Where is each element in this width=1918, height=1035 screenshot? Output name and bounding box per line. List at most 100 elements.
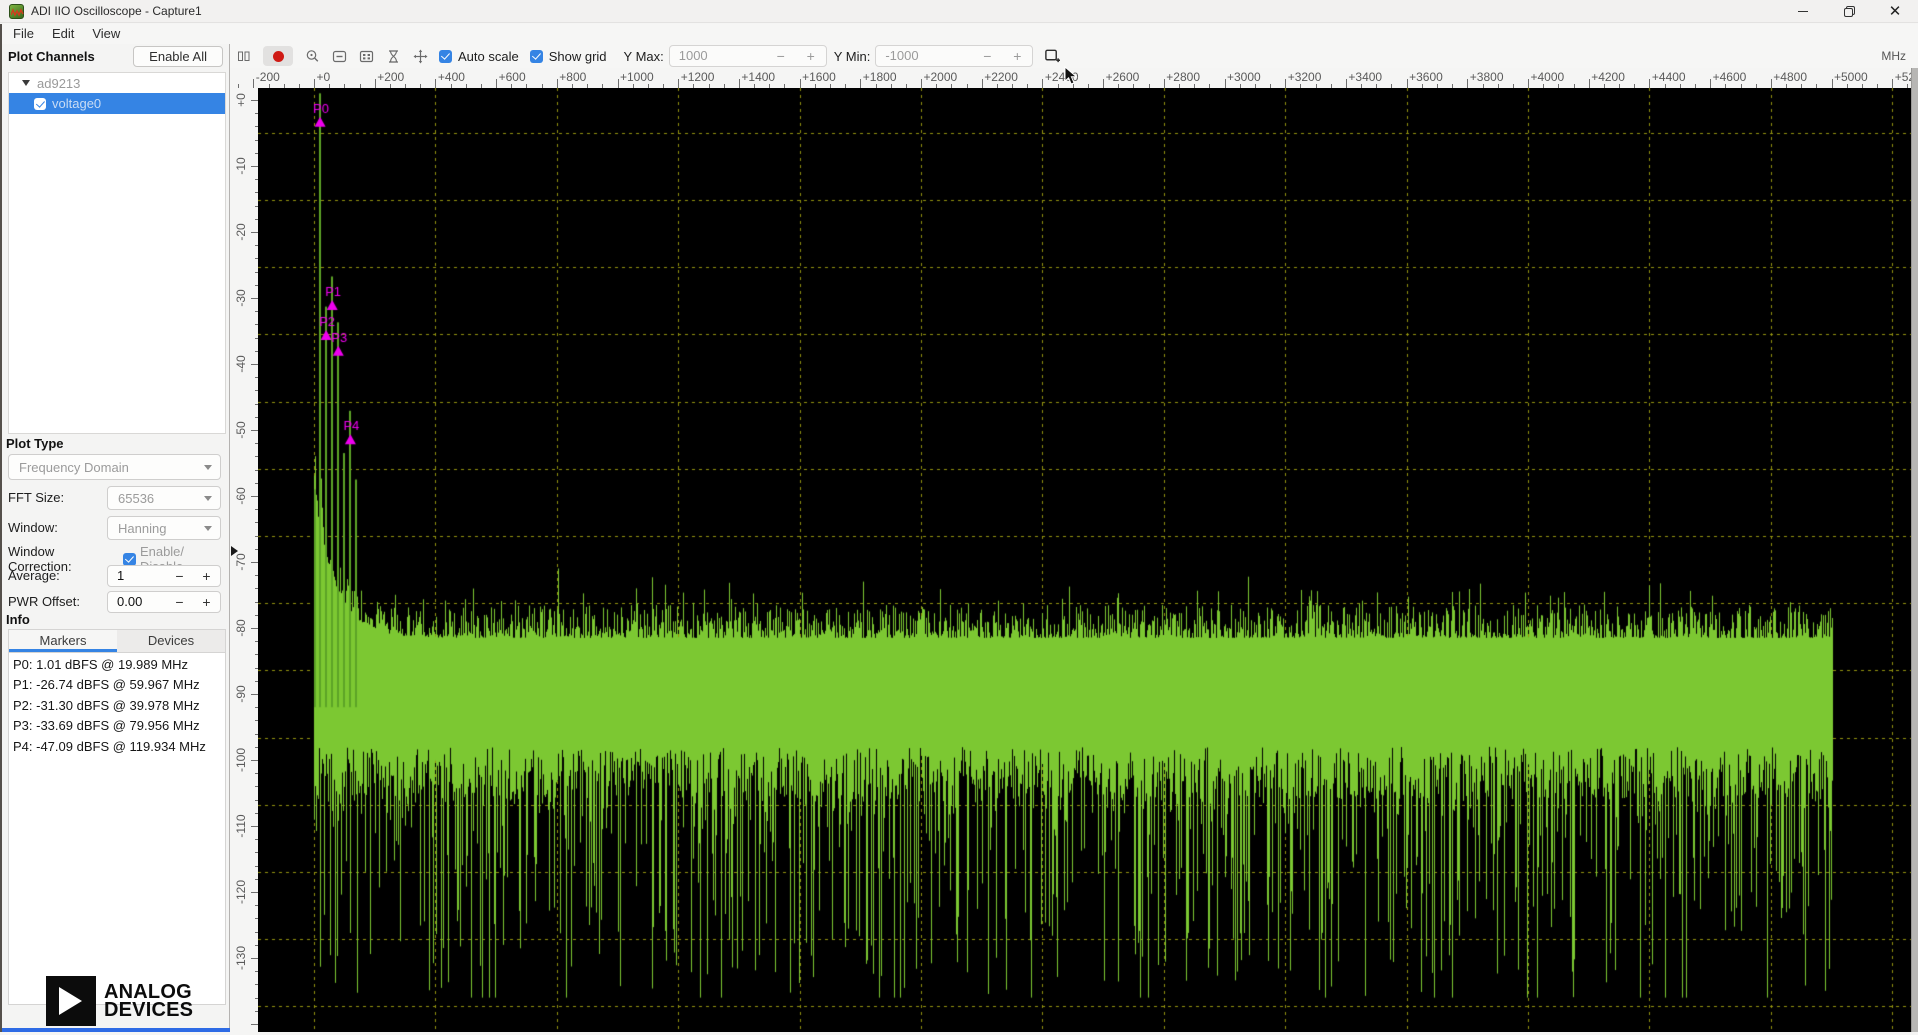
y-tick	[255, 404, 259, 405]
average-increment-button[interactable]: +	[193, 566, 220, 586]
expander-icon[interactable]	[22, 80, 30, 86]
tab-devices[interactable]: Devices	[117, 630, 225, 652]
zoom-in-icon[interactable]	[304, 48, 320, 64]
x-tick	[1088, 84, 1089, 88]
y-tick	[255, 1011, 259, 1012]
auto-refresh-icon[interactable]	[385, 48, 401, 64]
x-tick	[1816, 84, 1817, 88]
y-min-increment-button[interactable]: +	[1002, 46, 1032, 66]
x-tick	[1513, 84, 1514, 88]
average-label: Average:	[8, 568, 60, 583]
x-tick-label: +1000	[620, 70, 654, 84]
tab-markers[interactable]: Markers	[9, 630, 117, 652]
zoom-fit-icon[interactable]	[358, 48, 374, 64]
window-select[interactable]: Hanning	[107, 516, 221, 540]
capture-list-icon[interactable]	[236, 48, 252, 64]
x-tick	[754, 84, 755, 88]
y-tick	[255, 140, 259, 141]
minimize-button[interactable]	[1780, 0, 1826, 23]
y-tick	[255, 153, 259, 154]
y-max-increment-button[interactable]: +	[796, 46, 826, 66]
menu-edit[interactable]: Edit	[43, 24, 83, 44]
y-tick	[255, 456, 259, 457]
y-tick	[255, 707, 259, 708]
show-grid-checkbox[interactable]	[530, 50, 543, 63]
auto-scale-checkbox[interactable]	[439, 50, 452, 63]
x-tick-label: +1400	[741, 70, 775, 84]
x-tick	[1695, 84, 1696, 88]
app-icon	[9, 4, 24, 19]
fft-size-select[interactable]: 65536	[107, 486, 221, 510]
x-tick	[526, 84, 527, 88]
window-label: Window:	[8, 520, 58, 535]
y-tick-label: -10	[234, 157, 248, 174]
y-tick-label: -120	[234, 880, 248, 904]
x-tick	[1027, 84, 1028, 88]
window-correction-checkbox[interactable]	[123, 553, 136, 566]
menu-view[interactable]: View	[83, 24, 129, 44]
x-tick	[1665, 84, 1666, 88]
x-tick	[1194, 84, 1195, 88]
tree-device-row[interactable]: ad9213	[9, 73, 225, 93]
x-tick	[906, 84, 907, 88]
plot-type-select[interactable]: Frequency Domain	[8, 454, 221, 480]
x-tick	[344, 84, 345, 88]
y-tick	[255, 918, 259, 919]
y-tick	[255, 879, 259, 880]
y-min-decrement-button[interactable]: −	[972, 46, 1002, 66]
capture-record-button[interactable]	[263, 46, 293, 66]
pwr-offset-decrement-button[interactable]: −	[166, 592, 193, 612]
tree-channel-row[interactable]: voltage0	[9, 93, 225, 114]
x-tick	[1331, 84, 1332, 88]
y-max-decrement-button[interactable]: −	[766, 46, 796, 66]
x-tick	[1391, 84, 1392, 88]
x-tick	[1498, 84, 1499, 88]
y-tick	[255, 971, 259, 972]
average-decrement-button[interactable]: −	[166, 566, 193, 586]
x-tick-label: +0	[317, 70, 331, 84]
x-tick	[1133, 84, 1134, 88]
pwr-offset-input[interactable]: 0.00	[108, 592, 166, 612]
y-min-input[interactable]: -1000	[876, 46, 972, 66]
y-tick	[251, 232, 258, 233]
plot-area[interactable]	[258, 88, 1911, 1032]
channel-checkbox[interactable]	[34, 98, 46, 110]
new-plot-icon[interactable]	[1044, 48, 1060, 64]
y-max-input[interactable]: 1000	[670, 46, 766, 66]
title-bar: ADI IIO Oscilloscope - Capture1 ✕	[0, 0, 1918, 23]
spectrum-canvas[interactable]	[258, 88, 1911, 1032]
maximize-button[interactable]	[1826, 0, 1872, 23]
window-value: Hanning	[118, 521, 166, 536]
x-tick-label: +4000	[1531, 70, 1565, 84]
x-tick	[921, 79, 922, 88]
average-input[interactable]: 1	[108, 566, 166, 586]
x-tick	[572, 84, 573, 88]
x-tick	[1058, 84, 1059, 88]
x-tick	[1437, 84, 1438, 88]
zoom-out-icon[interactable]	[331, 48, 347, 64]
x-tick	[1604, 84, 1605, 88]
x-tick	[1103, 79, 1104, 88]
show-grid-label: Show grid	[549, 49, 607, 64]
y-tick	[255, 839, 259, 840]
window-left-border	[0, 24, 2, 1032]
close-button[interactable]: ✕	[1872, 0, 1918, 23]
x-tick	[815, 84, 816, 88]
x-tick-label: +5000	[1834, 70, 1868, 84]
y-tick	[251, 694, 258, 695]
pan-move-icon[interactable]	[412, 48, 428, 64]
x-tick	[1452, 84, 1453, 88]
pwr-offset-increment-button[interactable]: +	[193, 592, 220, 612]
marker-info-item: P0: 1.01 dBFS @ 19.989 MHz	[9, 655, 225, 675]
pwr-offset-spinner: 0.00 − +	[107, 591, 221, 613]
x-tick	[1847, 84, 1848, 88]
menu-file[interactable]: File	[4, 24, 43, 44]
fft-size-label: FFT Size:	[8, 490, 64, 505]
x-tick	[542, 84, 543, 88]
y-tick	[255, 998, 259, 999]
y-tick	[251, 958, 258, 959]
x-tick	[648, 84, 649, 88]
enable-all-button[interactable]: Enable All	[133, 46, 223, 67]
x-tick-label: +1600	[802, 70, 836, 84]
x-tick-label: +2200	[984, 70, 1018, 84]
